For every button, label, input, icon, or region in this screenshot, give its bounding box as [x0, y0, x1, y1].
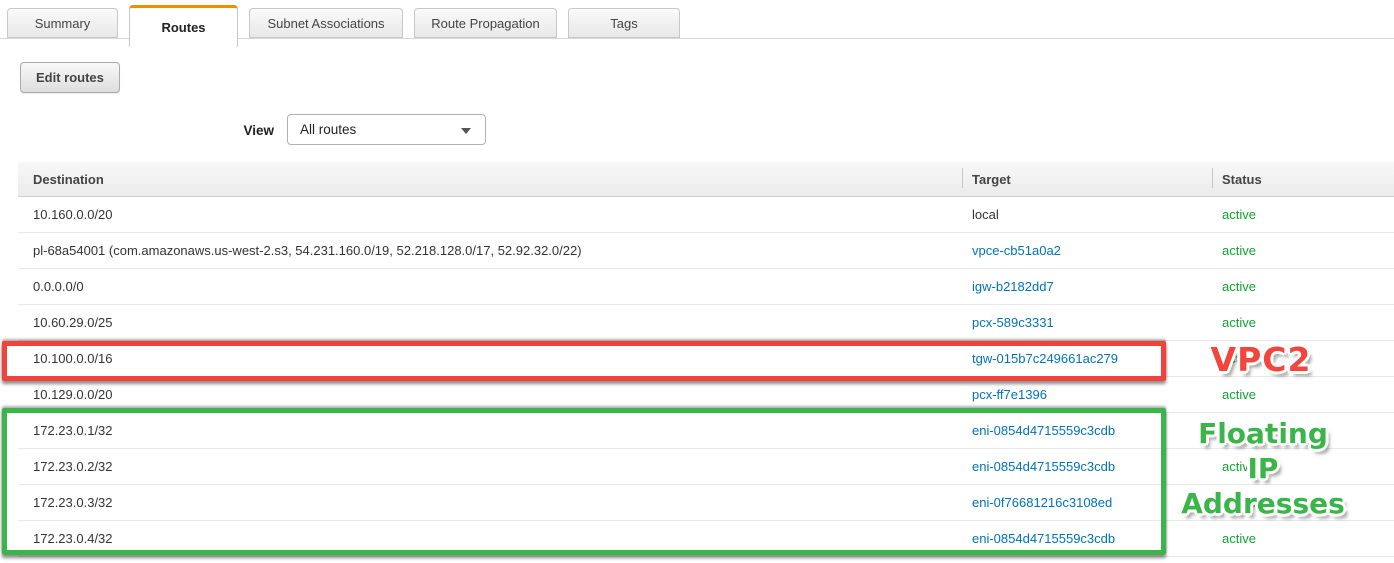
target-link: local [972, 207, 999, 222]
table-row: 10.60.29.0/25 pcx-589c3331 active [18, 305, 1394, 341]
status-text: active [1222, 351, 1256, 366]
table-row: 172.23.0.2/32 eni-0854d4715559c3cdb acti… [18, 449, 1394, 485]
table-body: 10.160.0.0/20 local active pl-68a54001 (… [18, 197, 1394, 557]
chevron-down-icon [461, 128, 471, 134]
target-link[interactable]: pcx-ff7e1396 [972, 387, 1047, 402]
tab-route-propagation[interactable]: Route Propagation [414, 8, 557, 38]
status-text: active [1222, 279, 1256, 294]
routes-table: Destination Target Status 10.160.0.0/20 … [18, 162, 1394, 557]
destination-cell: 172.23.0.2/32 [33, 459, 113, 474]
target-link[interactable]: pcx-589c3331 [972, 315, 1054, 330]
destination-cell: 172.23.0.4/32 [33, 531, 113, 546]
target-link[interactable]: eni-0854d4715559c3cdb [972, 459, 1115, 474]
tab-routes[interactable]: Routes [129, 5, 238, 47]
destination-cell: 10.100.0.0/16 [33, 351, 113, 366]
table-row: 172.23.0.3/32 eni-0f76681216c3108ed acti… [18, 485, 1394, 521]
status-text: active [1222, 387, 1256, 402]
destination-cell: 172.23.0.3/32 [33, 495, 113, 510]
destination-cell: 10.129.0.0/20 [33, 387, 113, 402]
target-link[interactable]: igw-b2182dd7 [972, 279, 1054, 294]
target-link[interactable]: vpce-cb51a0a2 [972, 243, 1061, 258]
destination-cell: 10.60.29.0/25 [33, 315, 113, 330]
table-row: 10.160.0.0/20 local active [18, 197, 1394, 233]
status-text: active [1222, 315, 1256, 330]
target-link[interactable]: eni-0854d4715559c3cdb [972, 423, 1115, 438]
column-header-destination: Destination [33, 171, 104, 187]
tab-tags[interactable]: Tags [568, 8, 680, 38]
view-filter-dropdown[interactable]: All routes [287, 114, 486, 145]
table-row: 0.0.0.0/0 igw-b2182dd7 active [18, 269, 1394, 305]
table-header-row: Destination Target Status [18, 162, 1394, 197]
table-row: 10.100.0.0/16 tgw-015b7c249661ac279 acti… [18, 341, 1394, 377]
status-text: active [1222, 207, 1256, 222]
route-table-page: Summary Routes Subnet Associations Route Pr… [0, 0, 1394, 563]
status-text: active [1222, 423, 1256, 438]
table-row: 172.23.0.1/32 eni-0854d4715559c3cdb acti… [18, 413, 1394, 449]
column-header-target: Target [962, 162, 1212, 196]
status-text: active [1222, 459, 1256, 474]
status-text: active [1222, 495, 1256, 510]
destination-cell: pl-68a54001 (com.amazonaws.us-west-2.s3,… [33, 243, 582, 258]
view-filter-label: View [243, 123, 274, 138]
target-link[interactable]: eni-0854d4715559c3cdb [972, 531, 1115, 546]
tab-subnet-associations[interactable]: Subnet Associations [249, 8, 403, 38]
status-text: active [1222, 531, 1256, 546]
tab-summary[interactable]: Summary [7, 8, 118, 38]
target-link[interactable]: tgw-015b7c249661ac279 [972, 351, 1118, 366]
column-header-status: Status [1212, 162, 1394, 196]
view-filter-selected-value: All routes [300, 122, 357, 137]
table-row: 172.23.0.4/32 eni-0854d4715559c3cdb acti… [18, 521, 1394, 557]
table-row: pl-68a54001 (com.amazonaws.us-west-2.s3,… [18, 233, 1394, 269]
status-text: active [1222, 243, 1256, 258]
target-link[interactable]: eni-0f76681216c3108ed [972, 495, 1112, 510]
destination-cell: 172.23.0.1/32 [33, 423, 113, 438]
edit-routes-button[interactable]: Edit routes [20, 62, 120, 93]
destination-cell: 10.160.0.0/20 [33, 207, 113, 222]
table-row: 10.129.0.0/20 pcx-ff7e1396 active [18, 377, 1394, 413]
destination-cell: 0.0.0.0/0 [33, 279, 84, 294]
